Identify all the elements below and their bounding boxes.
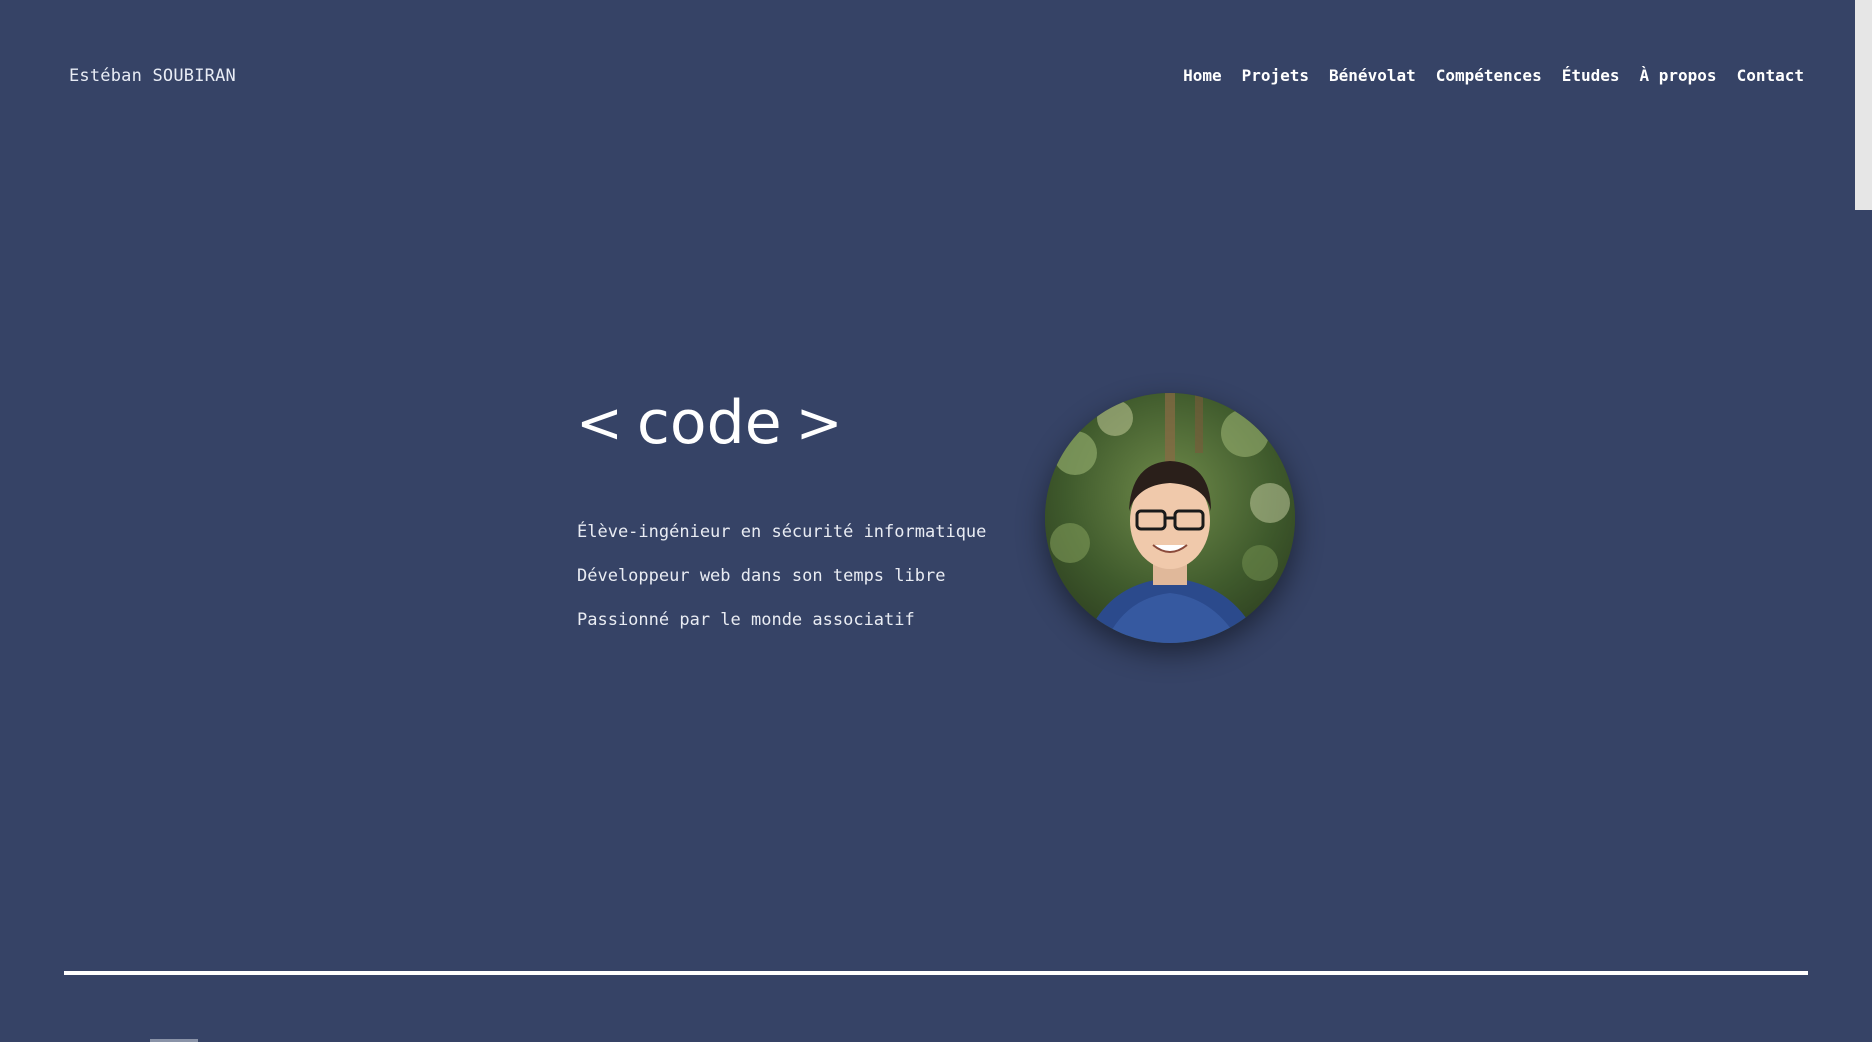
avatar xyxy=(1045,393,1295,643)
scrollbar-thumb[interactable] xyxy=(1855,0,1872,210)
hero-bracket-close: > xyxy=(795,390,843,456)
tagline-2: Développeur web dans son temps libre xyxy=(577,566,946,586)
nav-a-propos[interactable]: À propos xyxy=(1640,66,1717,85)
nav-competences[interactable]: Compétences xyxy=(1436,66,1542,85)
nav-etudes[interactable]: Études xyxy=(1562,66,1620,85)
profile-photo-icon xyxy=(1045,393,1295,643)
nav-home[interactable]: Home xyxy=(1183,66,1222,85)
hero-title: < code > xyxy=(576,388,843,458)
nav-benevolat[interactable]: Bénévolat xyxy=(1329,66,1416,85)
brand-name[interactable]: Estéban SOUBIRAN xyxy=(69,66,236,86)
main-nav: Home Projets Bénévolat Compétences Étude… xyxy=(1183,66,1804,85)
nav-projets[interactable]: Projets xyxy=(1242,66,1309,85)
hero-bracket-open: < xyxy=(576,390,623,456)
tagline-3: Passionné par le monde associatif xyxy=(577,610,915,630)
hero-word: code xyxy=(636,388,782,458)
nav-contact[interactable]: Contact xyxy=(1737,66,1804,85)
scrollbar[interactable] xyxy=(1855,0,1872,1042)
tagline-1: Élève-ingénieur en sécurité informatique xyxy=(577,522,987,542)
section-divider xyxy=(64,971,1808,975)
hero-taglines: Élève-ingénieur en sécurité informatique… xyxy=(577,519,986,651)
page: Estéban SOUBIRAN Home Projets Bénévolat … xyxy=(0,0,1872,1042)
